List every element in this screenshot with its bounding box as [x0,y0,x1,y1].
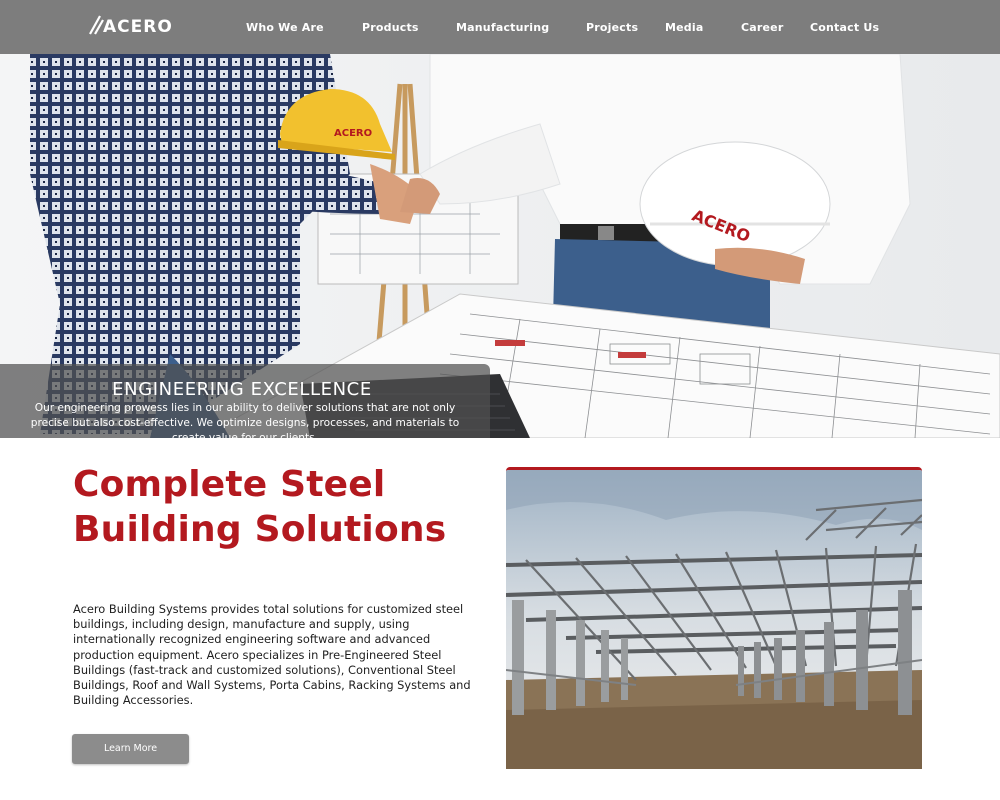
nav-products[interactable]: Products [362,21,419,34]
svg-text:ACERO: ACERO [103,17,173,37]
hero-slider: ACERO ACERO ENGINEERING EXCELLENCE Our e… [0,54,1000,438]
learn-more-button[interactable]: Learn More [72,734,189,764]
hero-caption-text: Our engineering prowess lies in our abil… [30,402,460,438]
acero-logo[interactable]: ACERO [88,12,184,38]
page-headline: Complete Steel Building Solutions [73,464,447,550]
hero-caption: ENGINEERING EXCELLENCE Our engineering p… [0,364,490,438]
acero-logo-mark: ACERO [89,15,173,37]
nav-manufacturing[interactable]: Manufacturing [456,21,549,34]
hero-caption-title: ENGINEERING EXCELLENCE [112,379,372,400]
nav-media[interactable]: Media [665,21,703,34]
intro-paragraph: Acero Building Systems provides total so… [73,602,471,708]
steel-structure-photo [506,467,922,769]
steel-frame-image [506,470,922,769]
nav-career[interactable]: Career [741,21,783,34]
nav-who-we-are[interactable]: Who We Are [246,21,324,34]
nav-contact-us[interactable]: Contact Us [810,21,879,34]
svg-text:ACERO: ACERO [334,128,372,139]
top-nav: ACERO Who We Are Products Manufacturing … [0,0,1000,54]
nav-projects[interactable]: Projects [586,21,638,34]
